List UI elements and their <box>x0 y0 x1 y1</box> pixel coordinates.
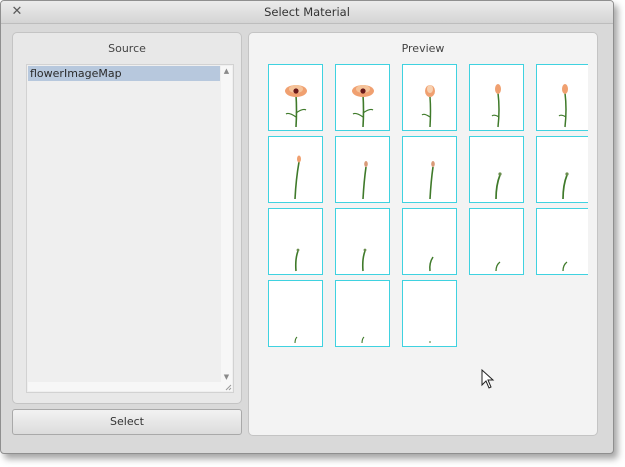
flower-image <box>362 161 368 200</box>
flower-image <box>429 256 434 272</box>
flower-image <box>352 85 374 128</box>
title-bar: ✕ Select Material <box>1 1 613 24</box>
frame-thumbnail[interactable] <box>469 64 524 131</box>
frame-thumbnail[interactable] <box>469 136 524 203</box>
frame-thumbnail[interactable] <box>268 208 323 275</box>
flower-image <box>361 336 365 344</box>
frame-thumbnail[interactable] <box>402 136 457 203</box>
select-material-dialog: ✕ Select Material Source flowerImageMap … <box>0 0 614 454</box>
frame-thumbnail[interactable] <box>536 136 588 203</box>
frame-thumbnail[interactable] <box>335 280 390 347</box>
dialog-title: Select Material <box>264 5 350 19</box>
list-item[interactable]: flowerImageMap <box>28 66 220 81</box>
frame-thumbnail[interactable] <box>335 136 390 203</box>
flower-image <box>562 172 569 200</box>
flower-image <box>294 155 301 200</box>
frame-thumbnail[interactable] <box>402 64 457 131</box>
frame-thumbnail[interactable] <box>335 64 390 131</box>
resize-grip-icon[interactable] <box>224 383 232 391</box>
flower-image <box>285 85 307 128</box>
source-label: Source <box>108 42 146 55</box>
frame-thumbnail[interactable] <box>469 208 524 275</box>
flower-image <box>429 341 431 343</box>
vertical-scrollbar[interactable]: ▲ ▼ <box>221 66 232 382</box>
scroll-down-icon[interactable]: ▼ <box>221 372 232 382</box>
preview-grid <box>268 64 588 354</box>
flower-image <box>495 172 502 200</box>
frame-thumbnail[interactable] <box>536 208 588 275</box>
flower-image <box>562 261 568 272</box>
flower-image <box>294 248 300 272</box>
preview-label: Preview <box>401 42 445 55</box>
flower-image <box>558 84 568 128</box>
frame-thumbnail[interactable] <box>402 280 457 347</box>
frame-thumbnail[interactable] <box>268 136 323 203</box>
flower-image <box>491 84 501 128</box>
frame-thumbnail[interactable] <box>268 64 323 131</box>
frame-thumbnail[interactable] <box>335 208 390 275</box>
flower-image <box>421 85 435 128</box>
source-list[interactable]: flowerImageMap ▲ ▼ <box>26 64 234 393</box>
frame-thumbnail[interactable] <box>268 280 323 347</box>
frame-thumbnail[interactable] <box>402 208 457 275</box>
flower-image <box>429 161 435 200</box>
horizontal-scrollbar[interactable] <box>28 382 232 391</box>
source-panel: Source flowerImageMap ▲ ▼ <box>12 32 242 404</box>
scroll-up-icon[interactable]: ▲ <box>221 66 232 76</box>
preview-panel: Preview <box>248 32 598 436</box>
mouse-pointer-icon <box>481 369 495 389</box>
flower-image <box>361 248 367 272</box>
flower-image <box>294 336 298 344</box>
flower-image <box>495 261 501 272</box>
frame-thumbnail[interactable] <box>536 64 588 131</box>
select-button[interactable]: Select <box>12 409 242 435</box>
